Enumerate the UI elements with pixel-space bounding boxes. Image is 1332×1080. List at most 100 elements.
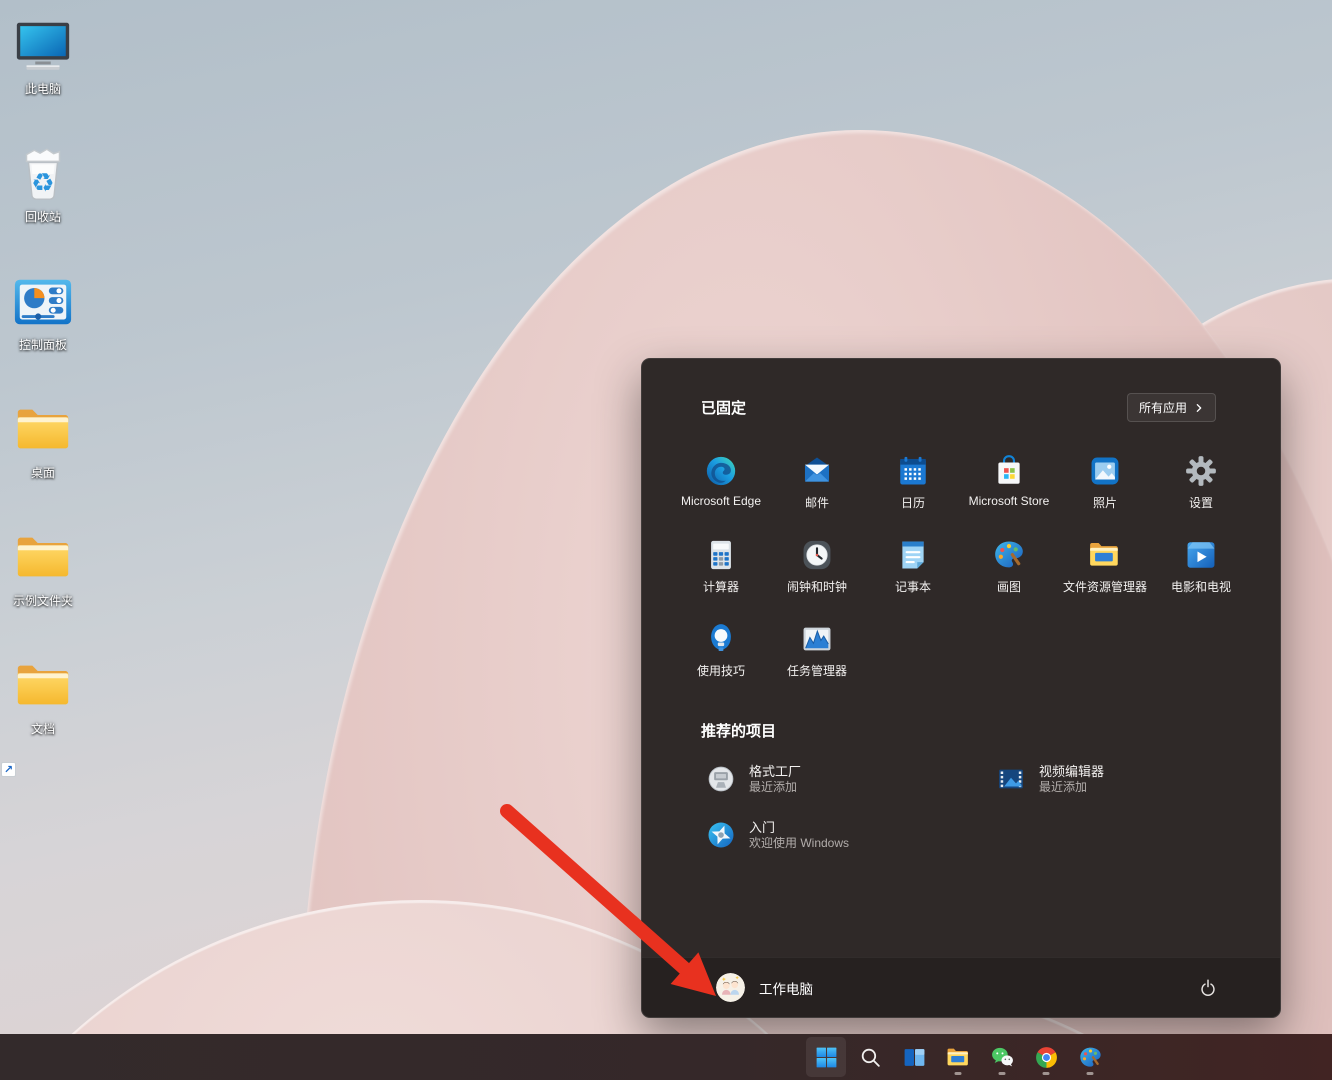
- taskbar-button-wechat[interactable]: [982, 1037, 1022, 1077]
- recommended-item-subtitle: 欢迎使用 Windows: [749, 836, 850, 850]
- pinned-app[interactable]: 计算器: [673, 528, 769, 612]
- desktop-icon-list: ↗ 此电脑 ♻ ↗ 回收站 ↗ 控制面板 ↗ 桌面: [0, 10, 86, 778]
- desktop-icon-label: 控制面板: [18, 338, 67, 352]
- recommended-item-text: 视频编辑器 最近添加: [1039, 763, 1104, 795]
- desktop-icon-image: [12, 527, 74, 589]
- running-indicator: [1086, 1072, 1094, 1075]
- recommended-list: 格式工厂 最近添加 视频编辑器 最近添加 入门 欢迎使用 Windows: [706, 757, 1280, 857]
- taskbar-button-file-explorer[interactable]: [938, 1037, 978, 1077]
- pinned-app[interactable]: 记事本: [865, 528, 961, 612]
- recommended-item-title: 视频编辑器: [1039, 764, 1105, 779]
- pinned-app[interactable]: 照片: [1057, 444, 1153, 528]
- pinned-app-icon: [704, 622, 738, 656]
- taskbar: [0, 1034, 1332, 1080]
- taskbar-button-icon: [990, 1045, 1015, 1070]
- pinned-app-icon: [1184, 538, 1218, 572]
- pinned-app-icon: [704, 454, 738, 488]
- recommended-item[interactable]: 视频编辑器 最近添加: [996, 757, 1280, 801]
- power-button[interactable]: [1188, 968, 1228, 1008]
- user-name: 工作电脑: [759, 981, 813, 997]
- pinned-app-label: 照片: [1092, 496, 1117, 510]
- desktop-icon-image: [12, 271, 74, 333]
- running-indicator: [998, 1072, 1006, 1075]
- taskbar-button-icon: [858, 1045, 883, 1070]
- pinned-app[interactable]: 文件资源管理器: [1057, 528, 1153, 612]
- pinned-section-header: 已固定 所有应用: [642, 359, 1280, 422]
- desktop-icon-image: ♻: [12, 143, 74, 205]
- pinned-app[interactable]: 日历: [865, 444, 961, 528]
- taskbar-button-paint[interactable]: [1070, 1037, 1110, 1077]
- pinned-app-icon: [800, 538, 834, 572]
- pinned-app-icon: [800, 454, 834, 488]
- pinned-app[interactable]: 电影和电视: [1153, 528, 1249, 612]
- all-apps-label: 所有应用: [1138, 401, 1187, 415]
- desktop-icon[interactable]: ↗ 控制面板: [0, 266, 86, 394]
- desktop-icon-label: 回收站: [24, 210, 61, 224]
- desktop-icon[interactable]: ↗ 示例文件夹: [0, 522, 86, 777]
- taskbar-button-search[interactable]: [850, 1037, 890, 1077]
- all-apps-button[interactable]: 所有应用: [1126, 393, 1216, 422]
- pinned-app-icon: [992, 454, 1026, 488]
- pinned-app[interactable]: 闹钟和时钟: [769, 528, 865, 612]
- pinned-app-label: 计算器: [702, 580, 739, 594]
- start-menu-footer: 工作电脑: [642, 957, 1280, 1017]
- pinned-app-icon: [1088, 454, 1122, 488]
- taskbar-button-task-view[interactable]: [894, 1037, 934, 1077]
- pinned-app[interactable]: 邮件: [769, 444, 865, 528]
- start-menu: 已固定 所有应用 Microsoft Edge 邮件 日历 Microsoft …: [641, 358, 1281, 1018]
- taskbar-button-start[interactable]: [806, 1037, 846, 1077]
- svg-text:♻: ♻: [31, 168, 54, 198]
- desktop-icon[interactable]: ↗ 此电脑: [0, 10, 86, 138]
- pinned-app[interactable]: Microsoft Store: [961, 444, 1057, 528]
- recommended-section-title: 推荐的项目: [701, 723, 777, 740]
- pinned-app-label: 记事本: [894, 580, 931, 594]
- pinned-app-label: 电影和电视: [1170, 580, 1231, 594]
- recommended-item-icon: [706, 764, 736, 794]
- desktop-icon-label: 此电脑: [24, 82, 61, 96]
- taskbar-icon-group: [806, 1034, 1110, 1080]
- pinned-app[interactable]: 画图: [961, 528, 1057, 612]
- power-icon: [1197, 977, 1219, 999]
- windows-desktop: ↗ 此电脑 ♻ ↗ 回收站 ↗ 控制面板 ↗ 桌面: [0, 0, 1332, 1080]
- desktop-icon-label: 文档: [30, 722, 55, 736]
- desktop-icon-label: 示例文件夹: [12, 594, 73, 608]
- user-avatar: [716, 973, 745, 1002]
- desktop-icon[interactable]: ↗ 桌面: [0, 394, 86, 522]
- desktop-icon[interactable]: ♻ ↗ 回收站: [0, 138, 86, 266]
- pinned-app[interactable]: 设置: [1153, 444, 1249, 528]
- pinned-app[interactable]: 使用技巧: [673, 612, 769, 696]
- recommended-item-title: 入门: [749, 820, 776, 835]
- pinned-app-label: 设置: [1188, 496, 1213, 510]
- taskbar-button-chrome[interactable]: [1026, 1037, 1066, 1077]
- pinned-app-label: Microsoft Store: [968, 494, 1050, 508]
- desktop-icon-image: [12, 15, 74, 77]
- pinned-app-label: 画图: [996, 580, 1021, 594]
- pinned-app-label: 文件资源管理器: [1062, 580, 1147, 594]
- pinned-app-icon: [896, 454, 930, 488]
- taskbar-button-icon: [1078, 1045, 1103, 1070]
- recommended-section-header: 推荐的项目: [642, 696, 1280, 741]
- pinned-app-icon: [1088, 538, 1122, 572]
- pinned-app-icon: [1184, 454, 1218, 488]
- running-indicator: [1042, 1072, 1050, 1075]
- chevron-right-icon: [1194, 403, 1204, 413]
- recommended-item[interactable]: 格式工厂 最近添加: [706, 757, 996, 801]
- pinned-app-label: Microsoft Edge: [680, 494, 762, 508]
- pinned-app-icon: [896, 538, 930, 572]
- taskbar-button-icon: [1034, 1045, 1059, 1070]
- user-account-button[interactable]: 工作电脑: [706, 967, 823, 1008]
- recommended-item-subtitle: 最近添加: [1039, 780, 1088, 794]
- pinned-app[interactable]: 任务管理器: [769, 612, 865, 696]
- recommended-item-subtitle: 最近添加: [749, 780, 798, 794]
- recommended-item[interactable]: 入门 欢迎使用 Windows: [706, 813, 996, 857]
- desktop-icon-image: [12, 399, 74, 461]
- recommended-item-text: 入门 欢迎使用 Windows: [749, 819, 849, 851]
- taskbar-button-icon: [946, 1045, 971, 1070]
- pinned-app-label: 闹钟和时钟: [786, 580, 847, 594]
- pinned-app[interactable]: Microsoft Edge: [673, 444, 769, 528]
- desktop-icon-label: 桌面: [30, 466, 55, 480]
- desktop-icon[interactable]: ↗ 文档: [0, 650, 86, 778]
- taskbar-button-icon: [814, 1045, 839, 1070]
- recommended-item-text: 格式工厂 最近添加: [749, 763, 801, 795]
- pinned-section-title: 已固定: [701, 400, 747, 417]
